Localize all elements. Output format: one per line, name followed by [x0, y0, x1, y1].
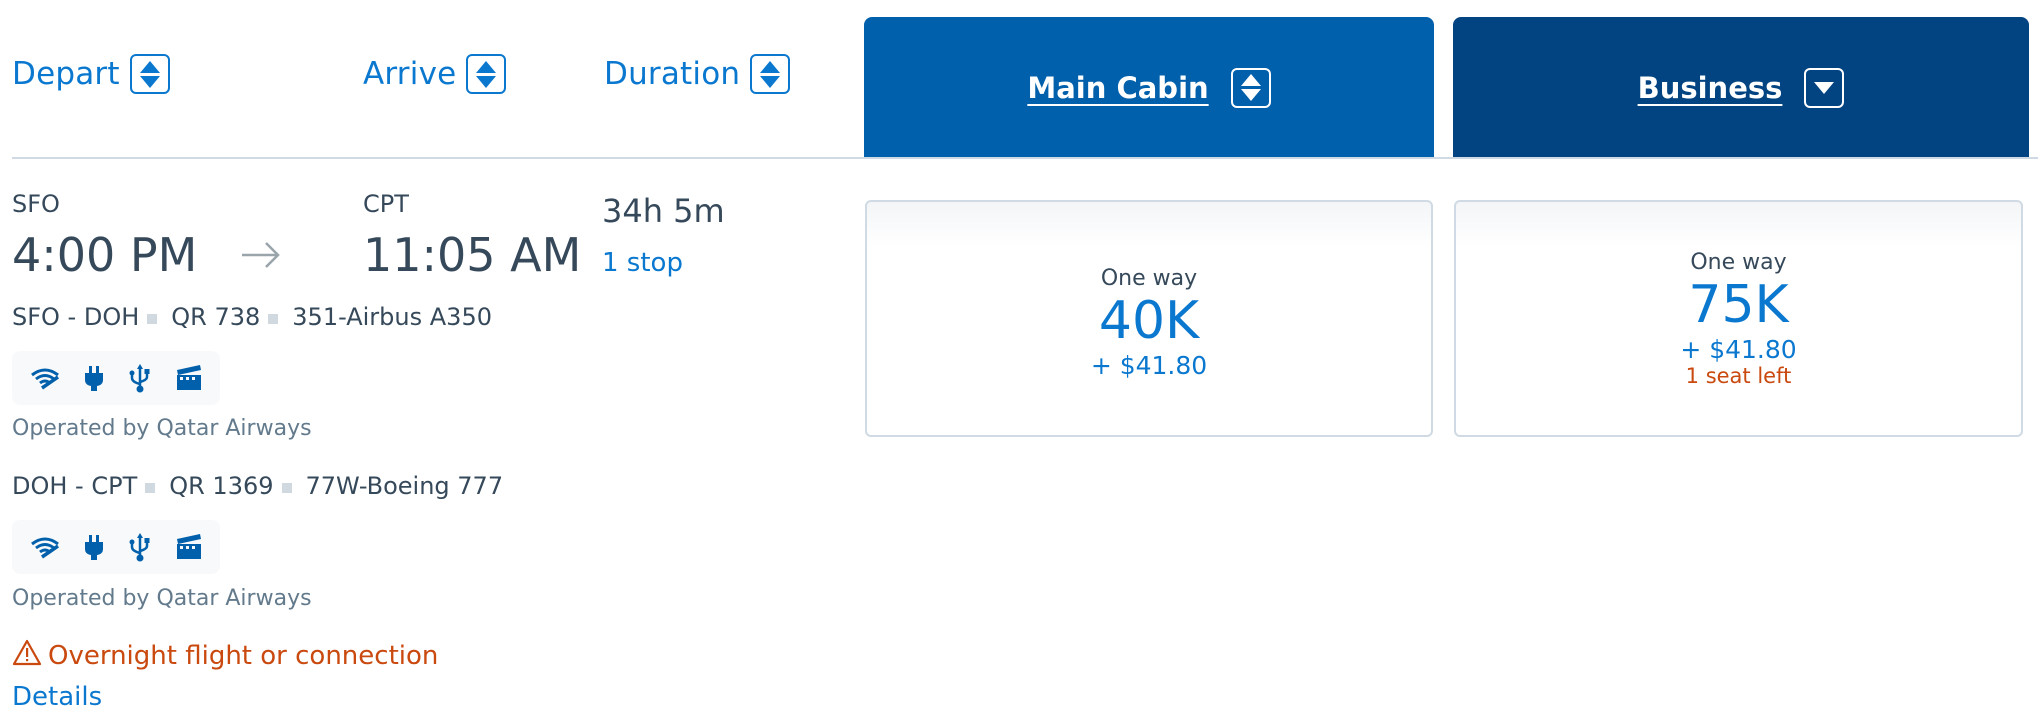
depart-time: 4:00 PM	[12, 228, 198, 282]
header-divider	[12, 157, 2038, 159]
flight-number: QR 1369	[169, 472, 274, 500]
power-outlet-icon	[83, 364, 105, 392]
aircraft: 351-Airbus A350	[292, 303, 492, 331]
segment-2-info: DOH - CPT QR 1369 77W-Boeing 777	[12, 472, 503, 500]
entertainment-icon	[175, 364, 203, 392]
fare-card-business[interactable]: One way 75K + $41.80 1 seat left	[1454, 200, 2023, 437]
operated-by: Operated by Qatar Airways	[12, 586, 312, 611]
segment-1-info: SFO - DOH QR 738 351-Airbus A350	[12, 303, 492, 331]
destination-code: CPT	[363, 190, 409, 218]
segment-route: DOH - CPT	[12, 472, 138, 500]
sort-up-down-icon	[1230, 67, 1271, 108]
tab-business-label: Business	[1637, 70, 1783, 105]
segment-route: SFO - DOH	[12, 303, 140, 331]
sort-up-down-icon	[129, 54, 170, 94]
separator	[145, 483, 156, 493]
power-outlet-icon	[83, 533, 105, 561]
amenities-segment-1	[12, 351, 220, 405]
miles-price: 75K	[1688, 274, 1789, 335]
usb-icon	[128, 362, 152, 394]
wifi-icon	[30, 534, 60, 560]
entertainment-icon	[175, 533, 203, 561]
warning-text: Overnight flight or connection	[48, 640, 439, 671]
sort-duration-button[interactable]: Duration	[604, 52, 791, 96]
trip-type: One way	[1100, 265, 1198, 291]
operated-by: Operated by Qatar Airways	[12, 416, 312, 441]
aircraft: 77W-Boeing 777	[305, 472, 504, 500]
usb-icon	[128, 531, 152, 563]
sort-arrive-button[interactable]: Arrive	[363, 52, 507, 96]
separator	[281, 483, 292, 493]
taxes-fees: + $41.80	[1090, 350, 1208, 380]
sort-depart-label: Depart	[12, 56, 120, 92]
sort-depart-button[interactable]: Depart	[12, 52, 170, 96]
sort-duration-label: Duration	[604, 56, 741, 92]
flight-number: QR 738	[171, 303, 261, 331]
wifi-icon	[30, 365, 60, 391]
stops-link[interactable]: 1 stop	[602, 248, 683, 278]
seats-left: 1 seat left	[1685, 363, 1792, 388]
duration: 34h 5m	[602, 192, 725, 230]
amenities-segment-2	[12, 520, 220, 574]
arrive-time: 11:05 AM	[363, 228, 582, 282]
tab-main-cabin-label: Main Cabin	[1027, 70, 1209, 105]
sort-up-down-icon	[466, 54, 507, 94]
sort-arrive-label: Arrive	[363, 56, 457, 92]
separator	[268, 314, 279, 324]
miles-price: 40K	[1098, 290, 1200, 351]
arrow-right-icon	[240, 240, 282, 274]
sort-up-down-icon	[750, 54, 791, 94]
taxes-fees: + $41.80	[1680, 334, 1797, 364]
details-link[interactable]: Details	[12, 682, 102, 712]
warning-icon	[12, 638, 42, 673]
tab-main-cabin[interactable]: Main Cabin	[864, 17, 1434, 158]
trip-type: One way	[1690, 249, 1787, 275]
sort-down-icon	[1804, 67, 1845, 108]
origin-code: SFO	[12, 190, 60, 218]
overnight-warning: Overnight flight or connection	[12, 638, 438, 673]
tab-business[interactable]: Business	[1453, 17, 2029, 158]
fare-card-main-cabin[interactable]: One way 40K + $41.80	[865, 200, 1433, 437]
separator	[147, 314, 158, 324]
